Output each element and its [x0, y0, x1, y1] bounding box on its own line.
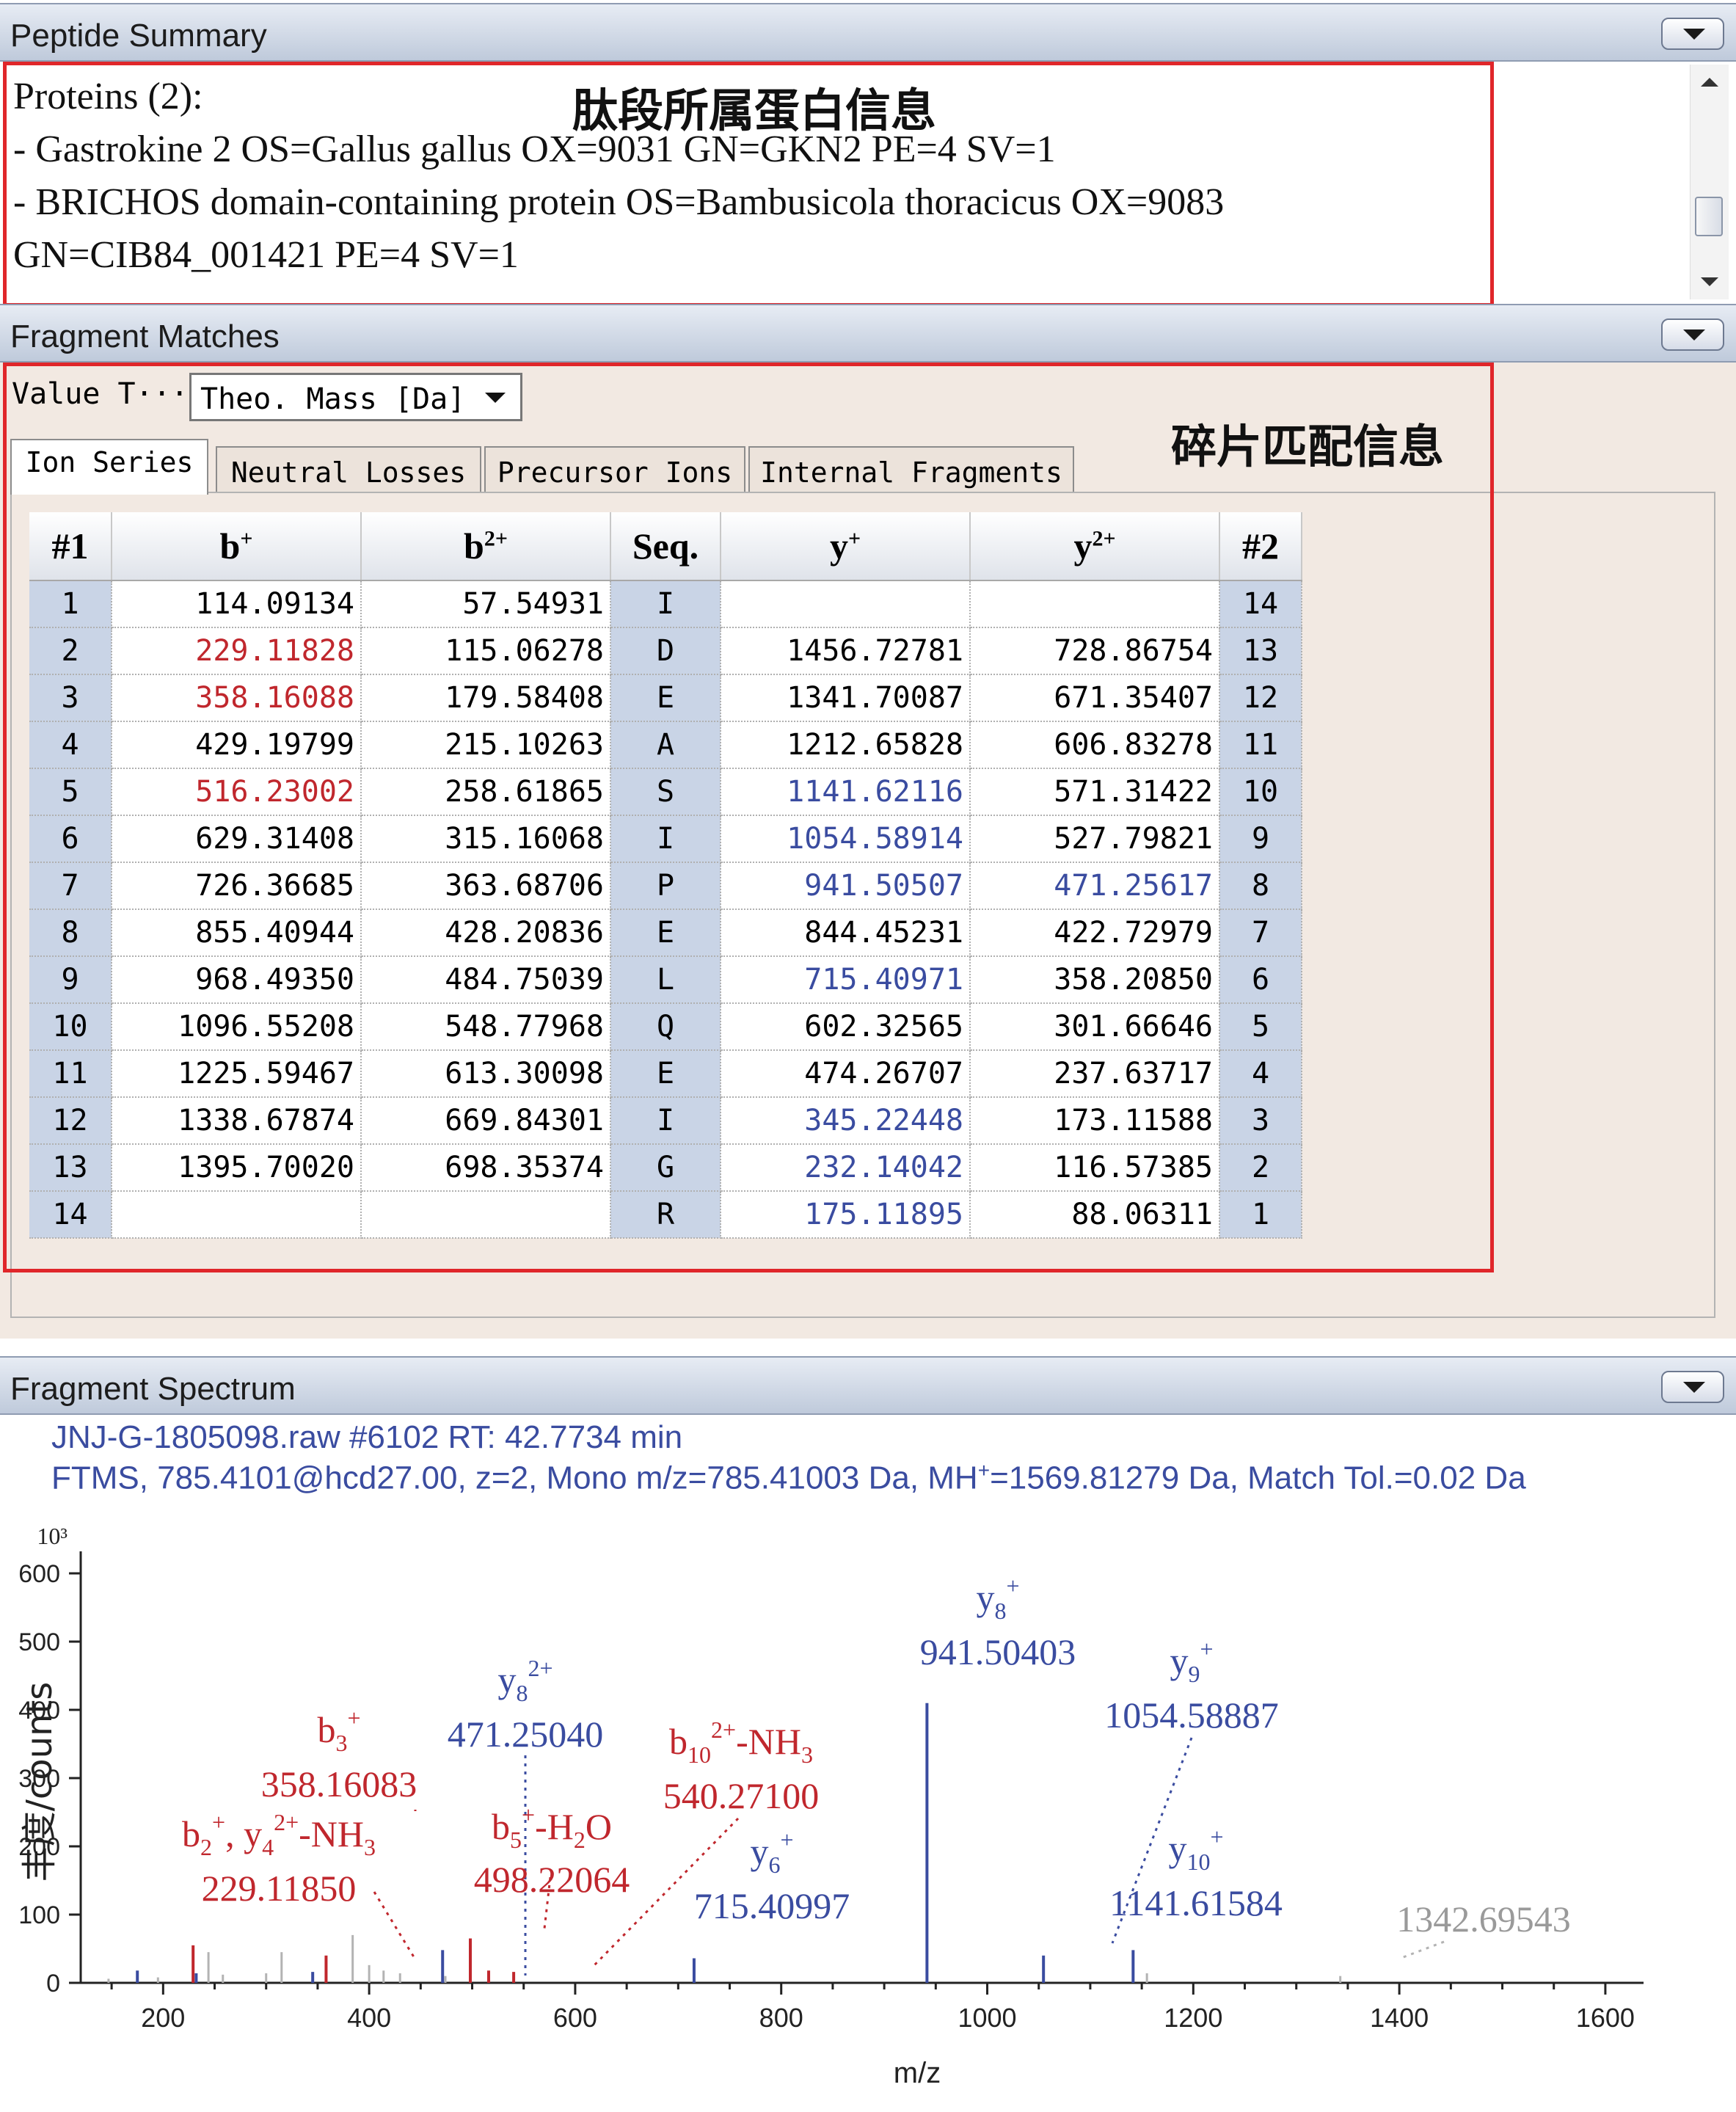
peak-value-b3: 358.16083 [261, 1763, 417, 1805]
summary-collapse-icon[interactable] [1661, 18, 1724, 50]
protein-info-highlight [3, 62, 1494, 307]
x-tick-label: 1400 [1370, 2003, 1429, 2033]
y-tick-label: 500 [18, 1628, 60, 1656]
peptide-summary-title: Peptide Summary [10, 18, 267, 54]
summary-scrollbar[interactable] [1690, 65, 1729, 299]
peak-value-p1342: 1342.69543 [1396, 1898, 1571, 1940]
y-axis-title: 丰度/counts [19, 1682, 60, 1882]
spectrum-chart: 0100200300400500600200 400 600 800 1000 1200 1… [18, 1523, 1644, 2089]
leader-line [1401, 1940, 1445, 1959]
x-tick-label: 1000 [958, 2003, 1016, 2033]
leader-line [373, 1891, 417, 1960]
peak-label-b10: b102+-NH3 [669, 1716, 813, 1768]
peptide-summary-header: Peptide Summary [0, 3, 1736, 62]
fragment-matches-header: Fragment Matches [0, 304, 1736, 363]
peak-label-y8_2: y82+ [497, 1655, 552, 1706]
spectrum-collapse-icon[interactable] [1661, 1371, 1724, 1403]
peak-label-y10: y10+ [1168, 1824, 1223, 1875]
peak-label-b2: b2+, y42+-NH3 [182, 1809, 376, 1860]
fragment-matches-title: Fragment Matches [10, 318, 280, 354]
fragment-info-highlight [3, 363, 1494, 1272]
fragment-spectrum-header: Fragment Spectrum [0, 1356, 1736, 1415]
y-tick-label: 600 [18, 1560, 60, 1588]
peak-value-y6: 715.40997 [694, 1885, 850, 1926]
peak-label-y8: y8+ [976, 1573, 1019, 1624]
y-exponent-label: 10³ [37, 1523, 68, 1549]
peak-value-y8_2: 471.25040 [448, 1714, 604, 1755]
fragment-spectrum-panel: JNJ-G-1805098.raw #6102 RT: 42.7734 min … [0, 1415, 1736, 2112]
peak-value-b2: 229.11850 [202, 1868, 357, 1909]
peak-label-b3: b3+ [317, 1705, 360, 1756]
peak-label-y9: y9+ [1170, 1636, 1213, 1687]
x-axis-title: m/z [894, 2057, 941, 2089]
peak-label-y6: y6+ [750, 1827, 793, 1878]
tab-ion-series[interactable]: Ion Series [10, 439, 208, 495]
peak-value-b5: 498.22064 [474, 1859, 630, 1900]
y-tick-label: 100 [18, 1901, 60, 1929]
x-tick-label: 800 [759, 2003, 803, 2033]
fragment-spectrum-title: Fragment Spectrum [10, 1371, 296, 1407]
scroll-down-icon[interactable] [1701, 277, 1718, 286]
x-tick-label: 200 [141, 2003, 185, 2033]
peak-label-b5: b5+-H2O [492, 1802, 612, 1853]
scroll-thumb[interactable] [1695, 197, 1723, 236]
matches-collapse-icon[interactable] [1661, 318, 1724, 351]
peak-value-y8: 941.50403 [920, 1631, 1076, 1672]
x-tick-label: 1200 [1164, 2003, 1222, 2033]
peak-value-b10: 540.27100 [663, 1775, 820, 1816]
x-tick-label: 400 [347, 2003, 391, 2033]
x-tick-label: 600 [553, 2003, 597, 2033]
scroll-up-icon[interactable] [1701, 78, 1718, 87]
y-tick-label: 0 [46, 1970, 60, 1998]
peak-value-y9: 1054.58887 [1104, 1694, 1279, 1736]
x-tick-label: 1600 [1576, 2003, 1635, 2033]
peak-value-y10: 1141.61584 [1109, 1882, 1283, 1923]
